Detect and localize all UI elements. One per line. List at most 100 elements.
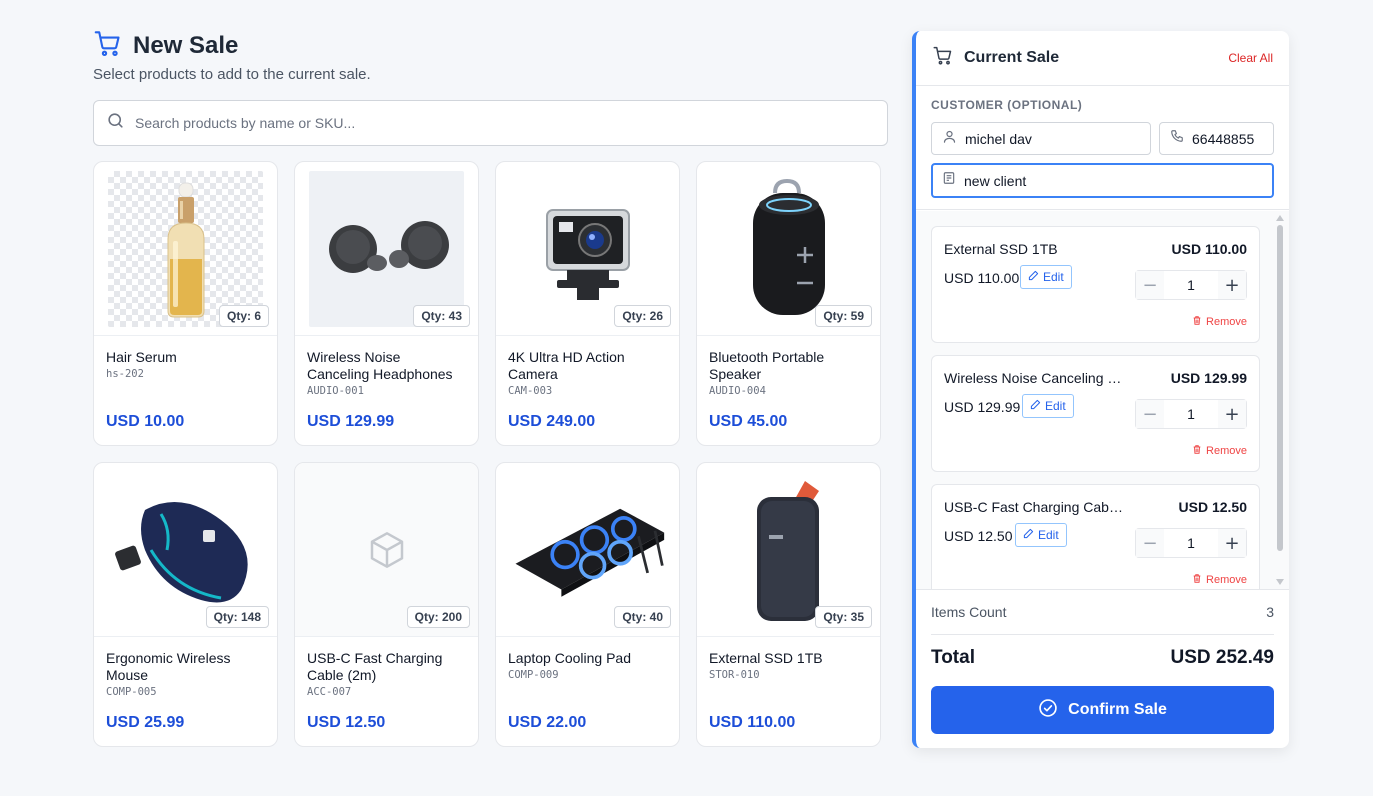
- items-count-row: Items Count 3: [931, 590, 1274, 635]
- product-sku: ACC-007: [307, 686, 352, 698]
- product-price: USD 12.50: [307, 714, 386, 731]
- stock-qty-badge: Qty: 148: [205, 606, 269, 628]
- product-card[interactable]: Qty: 200 USB-C Fast Charging Cable (2m) …: [294, 462, 479, 747]
- customer-note-input[interactable]: [964, 172, 1263, 189]
- confirm-sale-button[interactable]: Confirm Sale: [931, 686, 1274, 734]
- stock-qty-badge: Qty: 43: [413, 305, 470, 327]
- customer-note-field[interactable]: [931, 163, 1274, 198]
- product-price: USD 110.00: [709, 714, 796, 731]
- product-price: USD 45.00: [709, 413, 788, 430]
- stock-qty-badge: Qty: 59: [815, 305, 872, 327]
- edit-price-button[interactable]: Edit: [1015, 523, 1067, 547]
- card-body: USB-C Fast Charging Cable (2m) ACC-007: [295, 637, 478, 698]
- remove-label: Remove: [1206, 445, 1247, 457]
- increase-qty-button[interactable]: +: [1218, 529, 1246, 557]
- product-sku: COMP-009: [508, 669, 559, 681]
- product-card[interactable]: Qty: 40 Laptop Cooling Pad COMP-009 USD …: [495, 462, 680, 747]
- sale-summary: Items Count 3 Total USD 252.49 Confirm S…: [916, 589, 1289, 748]
- product-card[interactable]: Qty: 148 Ergonomic Wireless Mouse COMP-0…: [93, 462, 278, 747]
- card-body: Bluetooth Portable Speaker AUDIO-004: [697, 336, 880, 397]
- cart-item-unit-price: USD 12.50: [944, 528, 1013, 544]
- cart-items-list[interactable]: External SSD 1TB USD 110.00 USD 110.00 E…: [916, 211, 1289, 589]
- mouse-image: [108, 472, 263, 628]
- product-price: USD 10.00: [106, 413, 185, 430]
- product-image-area: Qty: 200: [295, 463, 478, 637]
- phone-icon: [1170, 129, 1184, 148]
- customer-name-input[interactable]: [965, 130, 1140, 147]
- product-sku: hs-202: [106, 368, 144, 380]
- quantity-input[interactable]: [1164, 406, 1218, 422]
- product-name: External SSD 1TB: [709, 650, 823, 666]
- trash-icon: [1192, 444, 1202, 458]
- page-subtitle: Select products to add to the current sa…: [93, 66, 371, 83]
- customer-name-field[interactable]: [931, 122, 1151, 155]
- product-card[interactable]: Qty: 43 Wireless Noise Canceling Headpho…: [294, 161, 479, 446]
- title-row: New Sale: [93, 30, 888, 61]
- card-body: Hair Serum hs-202: [94, 336, 277, 380]
- cooling-pad-image: [510, 472, 666, 628]
- product-name: Hair Serum: [106, 349, 177, 365]
- items-count-value: 3: [1266, 604, 1274, 620]
- product-price: USD 249.00: [508, 413, 596, 430]
- card-body: Ergonomic Wireless Mouse COMP-005: [94, 637, 277, 698]
- search-box[interactable]: [93, 100, 888, 146]
- scroll-up-arrow[interactable]: [1276, 215, 1284, 221]
- earbuds-image: [309, 170, 464, 327]
- quantity-input[interactable]: [1164, 277, 1218, 293]
- increase-qty-button[interactable]: +: [1218, 271, 1246, 299]
- product-image-area: Qty: 6: [94, 162, 277, 336]
- cart-item-unit-price: USD 110.00: [944, 270, 1020, 286]
- trash-icon: [1192, 573, 1202, 587]
- card-body: Laptop Cooling Pad COMP-009: [496, 637, 679, 681]
- speaker-image: [711, 171, 866, 327]
- quantity-input[interactable]: [1164, 535, 1218, 551]
- cart-item-name: External SSD 1TB: [944, 241, 1058, 257]
- customer-phone-field[interactable]: [1159, 122, 1274, 155]
- confirm-label: Confirm Sale: [1068, 701, 1167, 718]
- product-image-area: Qty: 26: [496, 162, 679, 336]
- scroll-thumb[interactable]: [1277, 225, 1283, 551]
- product-name: Laptop Cooling Pad: [508, 650, 631, 666]
- edit-label: Edit: [1038, 528, 1059, 542]
- pencil-icon: [1028, 270, 1039, 284]
- card-body: 4K Ultra HD Action Camera CAM-003: [496, 336, 679, 397]
- stock-qty-badge: Qty: 40: [614, 606, 671, 628]
- card-body: External SSD 1TB STOR-010: [697, 637, 880, 681]
- product-card[interactable]: Qty: 59 Bluetooth Portable Speaker AUDIO…: [696, 161, 881, 446]
- cart-scrollbar[interactable]: [1276, 213, 1284, 587]
- decrease-qty-button[interactable]: −: [1136, 400, 1164, 428]
- edit-price-button[interactable]: Edit: [1022, 394, 1074, 418]
- product-card[interactable]: Qty: 6 Hair Serum hs-202 USD 10.00: [93, 161, 278, 446]
- edit-label: Edit: [1043, 270, 1064, 284]
- product-sku: STOR-010: [709, 669, 760, 681]
- check-circle-icon: [1038, 698, 1058, 723]
- customer-row: [931, 122, 1274, 155]
- product-grid: Qty: 6 Hair Serum hs-202 USD 10.00 Qty: …: [93, 161, 881, 747]
- scroll-down-arrow[interactable]: [1276, 579, 1284, 585]
- clear-all-button[interactable]: Clear All: [1228, 51, 1273, 65]
- quantity-stepper: − +: [1135, 399, 1247, 429]
- product-name: USB-C Fast Charging Cable (2m): [307, 650, 443, 683]
- product-card[interactable]: Qty: 26 4K Ultra HD Action Camera CAM-00…: [495, 161, 680, 446]
- cart-item: Wireless Noise Canceling Headphones USD …: [931, 355, 1260, 472]
- serum-bottle-image: [108, 170, 263, 327]
- remove-item-button[interactable]: Remove: [1192, 444, 1247, 458]
- edit-price-button[interactable]: Edit: [1020, 265, 1072, 289]
- cart-item-total: USD 12.50: [1178, 499, 1247, 515]
- remove-item-button[interactable]: Remove: [1192, 315, 1247, 329]
- sale-header: Current Sale Clear All: [916, 31, 1289, 86]
- remove-item-button[interactable]: Remove: [1192, 573, 1247, 587]
- cart-item-name: USB-C Fast Charging Cable (2m): [944, 499, 1124, 515]
- stock-qty-badge: Qty: 35: [815, 606, 872, 628]
- pencil-icon: [1030, 399, 1041, 413]
- search-input[interactable]: [135, 101, 887, 145]
- quantity-stepper: − +: [1135, 528, 1247, 558]
- product-card[interactable]: Qty: 35 External SSD 1TB STOR-010 USD 11…: [696, 462, 881, 747]
- stock-qty-badge: Qty: 200: [406, 606, 470, 628]
- customer-phone-input[interactable]: [1192, 130, 1263, 147]
- page-header: New Sale Select products to add to the c…: [93, 30, 888, 83]
- search-icon: [106, 111, 125, 135]
- decrease-qty-button[interactable]: −: [1136, 529, 1164, 557]
- decrease-qty-button[interactable]: −: [1136, 271, 1164, 299]
- increase-qty-button[interactable]: +: [1218, 400, 1246, 428]
